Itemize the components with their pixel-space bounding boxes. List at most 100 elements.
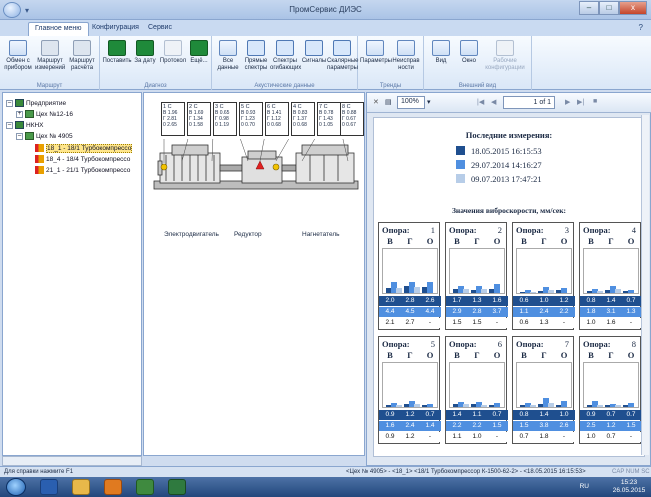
tree-item-shop-4905[interactable]: – Цех № 4905 xyxy=(16,132,73,142)
value-cell: 0.7 xyxy=(626,411,636,418)
scalar-params-button[interactable]: Скалярные параметры xyxy=(327,40,358,72)
zoom-select[interactable]: 100% xyxy=(397,96,425,109)
app-icon[interactable] xyxy=(136,479,154,495)
title-bar: ▾ ПромСервис ДИЭС – □ x xyxy=(0,0,651,20)
value-cell: 2.8 xyxy=(405,297,415,304)
browser-icon[interactable] xyxy=(104,479,122,495)
value-cell: 1.1 xyxy=(519,308,529,315)
tab-main-menu[interactable]: Главное меню xyxy=(28,22,89,36)
save-icon[interactable] xyxy=(40,479,58,495)
set-diagnosis-button[interactable]: Поставить xyxy=(102,40,132,65)
object-tree[interactable]: – Предприятие + Цех №12-16 – НКНХ – Цех № 49… xyxy=(2,92,142,456)
zoom-dropdown-icon[interactable]: ▾ xyxy=(427,98,431,106)
folder-icon[interactable] xyxy=(72,479,90,495)
value-cell: 0.7 xyxy=(606,433,616,440)
start-button[interactable] xyxy=(6,478,26,496)
measure-box[interactable]: 2 CВ 1.69 Г 1.34 0 1.58 xyxy=(187,102,211,136)
envelope-spectra-button[interactable]: Спектры огибающих xyxy=(270,40,301,72)
all-data-button[interactable]: Все данные xyxy=(213,40,243,72)
last-page-icon[interactable]: ▶| xyxy=(577,98,584,106)
value-cell: 2.5 xyxy=(586,422,596,429)
measurement-values-row: 1.7 1.3 1.6 xyxy=(446,296,508,306)
by-date-button[interactable]: За дату xyxy=(130,40,160,65)
value-cell: 0.7 xyxy=(519,433,529,440)
first-page-icon[interactable]: |◀ xyxy=(477,98,484,106)
tree-expander[interactable]: + xyxy=(16,110,23,118)
tree-item-nknh[interactable]: – НКНХ xyxy=(6,121,44,131)
report-vertical-scrollbar[interactable] xyxy=(641,115,649,455)
measure-box[interactable]: 6 CВ 1.41 Г 1.12 0 0.68 xyxy=(265,102,289,136)
print-icon[interactable]: ▤ xyxy=(385,98,392,106)
window-button[interactable]: Окно xyxy=(454,40,484,65)
maximize-button[interactable]: □ xyxy=(599,1,619,15)
support-number: 2 xyxy=(497,225,502,235)
help-icon[interactable]: ? xyxy=(639,23,643,32)
taskbar: RU 15:23 26.05.2015 xyxy=(0,477,651,497)
direct-spectra-button[interactable]: Прямые спектры xyxy=(241,40,271,72)
axis-label: Г xyxy=(541,236,547,246)
status-help-text: Для справки нажмите F1 xyxy=(4,469,74,475)
measure-box[interactable]: 8 CВ 0.88 Г 0.67 0 0.67 xyxy=(340,102,364,136)
tree-item-machine-18-1[interactable]: 18_1 - 18/1 Турбокомпрессо xyxy=(35,144,133,154)
measurement-values-row: 1.5 3.8 2.6 xyxy=(513,421,575,431)
measurement-values-row: 1.6 2.4 1.4 xyxy=(379,421,441,431)
tree-item-shop-12[interactable]: + Цех №12-16 xyxy=(16,110,73,120)
promservis-icon[interactable] xyxy=(168,479,186,495)
value-cell: 0.6 xyxy=(519,297,529,304)
next-page-icon[interactable]: ▶ xyxy=(565,98,570,106)
value-cell: 1.2 xyxy=(606,422,616,429)
axis-label: О xyxy=(627,236,635,246)
work-configs-button[interactable]: Рабочие конфигурации xyxy=(484,40,526,72)
measure-box[interactable]: 3 CВ 0.65 Г 0.98 0 1.19 xyxy=(213,102,237,136)
measure-box[interactable]: 7 CВ 0.78 Г 1.43 0 1.05 xyxy=(317,102,341,136)
measure-box[interactable]: 1 CВ 1.96 Г 2.81 0 2.65 xyxy=(161,102,185,136)
language-indicator[interactable]: RU xyxy=(580,483,589,490)
support-number: 6 xyxy=(497,339,502,349)
value-cell: - xyxy=(562,319,566,326)
tree-horizontal-scrollbar[interactable] xyxy=(2,456,142,466)
clock[interactable]: 15:23 26.05.2015 xyxy=(611,479,647,495)
vibration-bar xyxy=(530,291,536,293)
view-button[interactable]: Вид xyxy=(426,40,456,65)
trend-faults-button[interactable]: Неисправ ности xyxy=(391,40,421,72)
value-cell: 1.3 xyxy=(472,297,482,304)
tree-item-machine-21-1[interactable]: 21_1 - 21/1 Турбокомпрессо xyxy=(35,166,130,176)
measure-box[interactable]: 4 CВ 0.83 Г 1.37 0 0.68 xyxy=(291,102,315,136)
tree-expander[interactable]: – xyxy=(6,99,13,107)
minimize-button[interactable]: – xyxy=(579,1,599,15)
signals-button[interactable]: Сигналы xyxy=(299,40,329,65)
axis-label: О xyxy=(627,350,635,360)
envelope-spectrum-icon xyxy=(276,40,294,56)
tree-item-enterprise[interactable]: – Предприятие xyxy=(6,99,66,109)
measurement-values-row: 2.2 2.2 1.5 xyxy=(446,421,508,431)
tree-expander[interactable]: – xyxy=(6,121,13,129)
tree-expander[interactable]: – xyxy=(16,132,23,140)
status-path: <Цех № 4905> - <18_1> <18/1 Турбокомпрес… xyxy=(346,469,586,475)
axis-label: О xyxy=(426,236,434,246)
axis-label: В xyxy=(454,350,460,360)
close-button[interactable]: x xyxy=(619,1,647,15)
vibration-bars xyxy=(449,362,505,408)
device-exchange-button[interactable]: Обмен с прибором xyxy=(3,40,33,72)
value-cell: - xyxy=(495,319,499,326)
motor-label: Электродвигатель xyxy=(164,231,219,238)
tab-configuration[interactable]: Конфигурация xyxy=(86,22,145,36)
close-report-icon[interactable]: ✕ xyxy=(373,98,379,106)
tree-item-machine-18-4[interactable]: 18_4 - 18/4 Турбокомпрессо xyxy=(35,155,130,165)
trend-params-button[interactable]: Параметры xyxy=(360,40,392,65)
vibration-bar xyxy=(494,403,500,407)
axis-label: Г xyxy=(541,350,547,360)
tab-service[interactable]: Сервис xyxy=(142,22,178,36)
measure-box[interactable]: 5 CВ 0.93 Г 1.23 0 0.70 xyxy=(239,102,263,136)
support-panel: Опора: 6 В Г О 1.4 1.1 0.7 2.2 2.2 1.5 1.1 1.0 - xyxy=(445,336,508,444)
more-button[interactable]: Ещё... xyxy=(184,40,214,65)
measurement-values-row: 0.9 1.2 - xyxy=(379,432,441,442)
stop-icon[interactable]: ■ xyxy=(593,98,597,105)
tree-label: Цех №12-16 xyxy=(36,111,73,118)
vibration-bars xyxy=(516,248,572,294)
measurement-route-button[interactable]: Маршрут измерений xyxy=(35,40,65,72)
calculation-route-button[interactable]: Маршрут расчёта xyxy=(67,40,97,72)
prev-page-icon[interactable]: ◀ xyxy=(491,98,496,106)
page-number-input[interactable]: 1 of 1 xyxy=(503,96,555,109)
trend-icon xyxy=(366,40,384,56)
